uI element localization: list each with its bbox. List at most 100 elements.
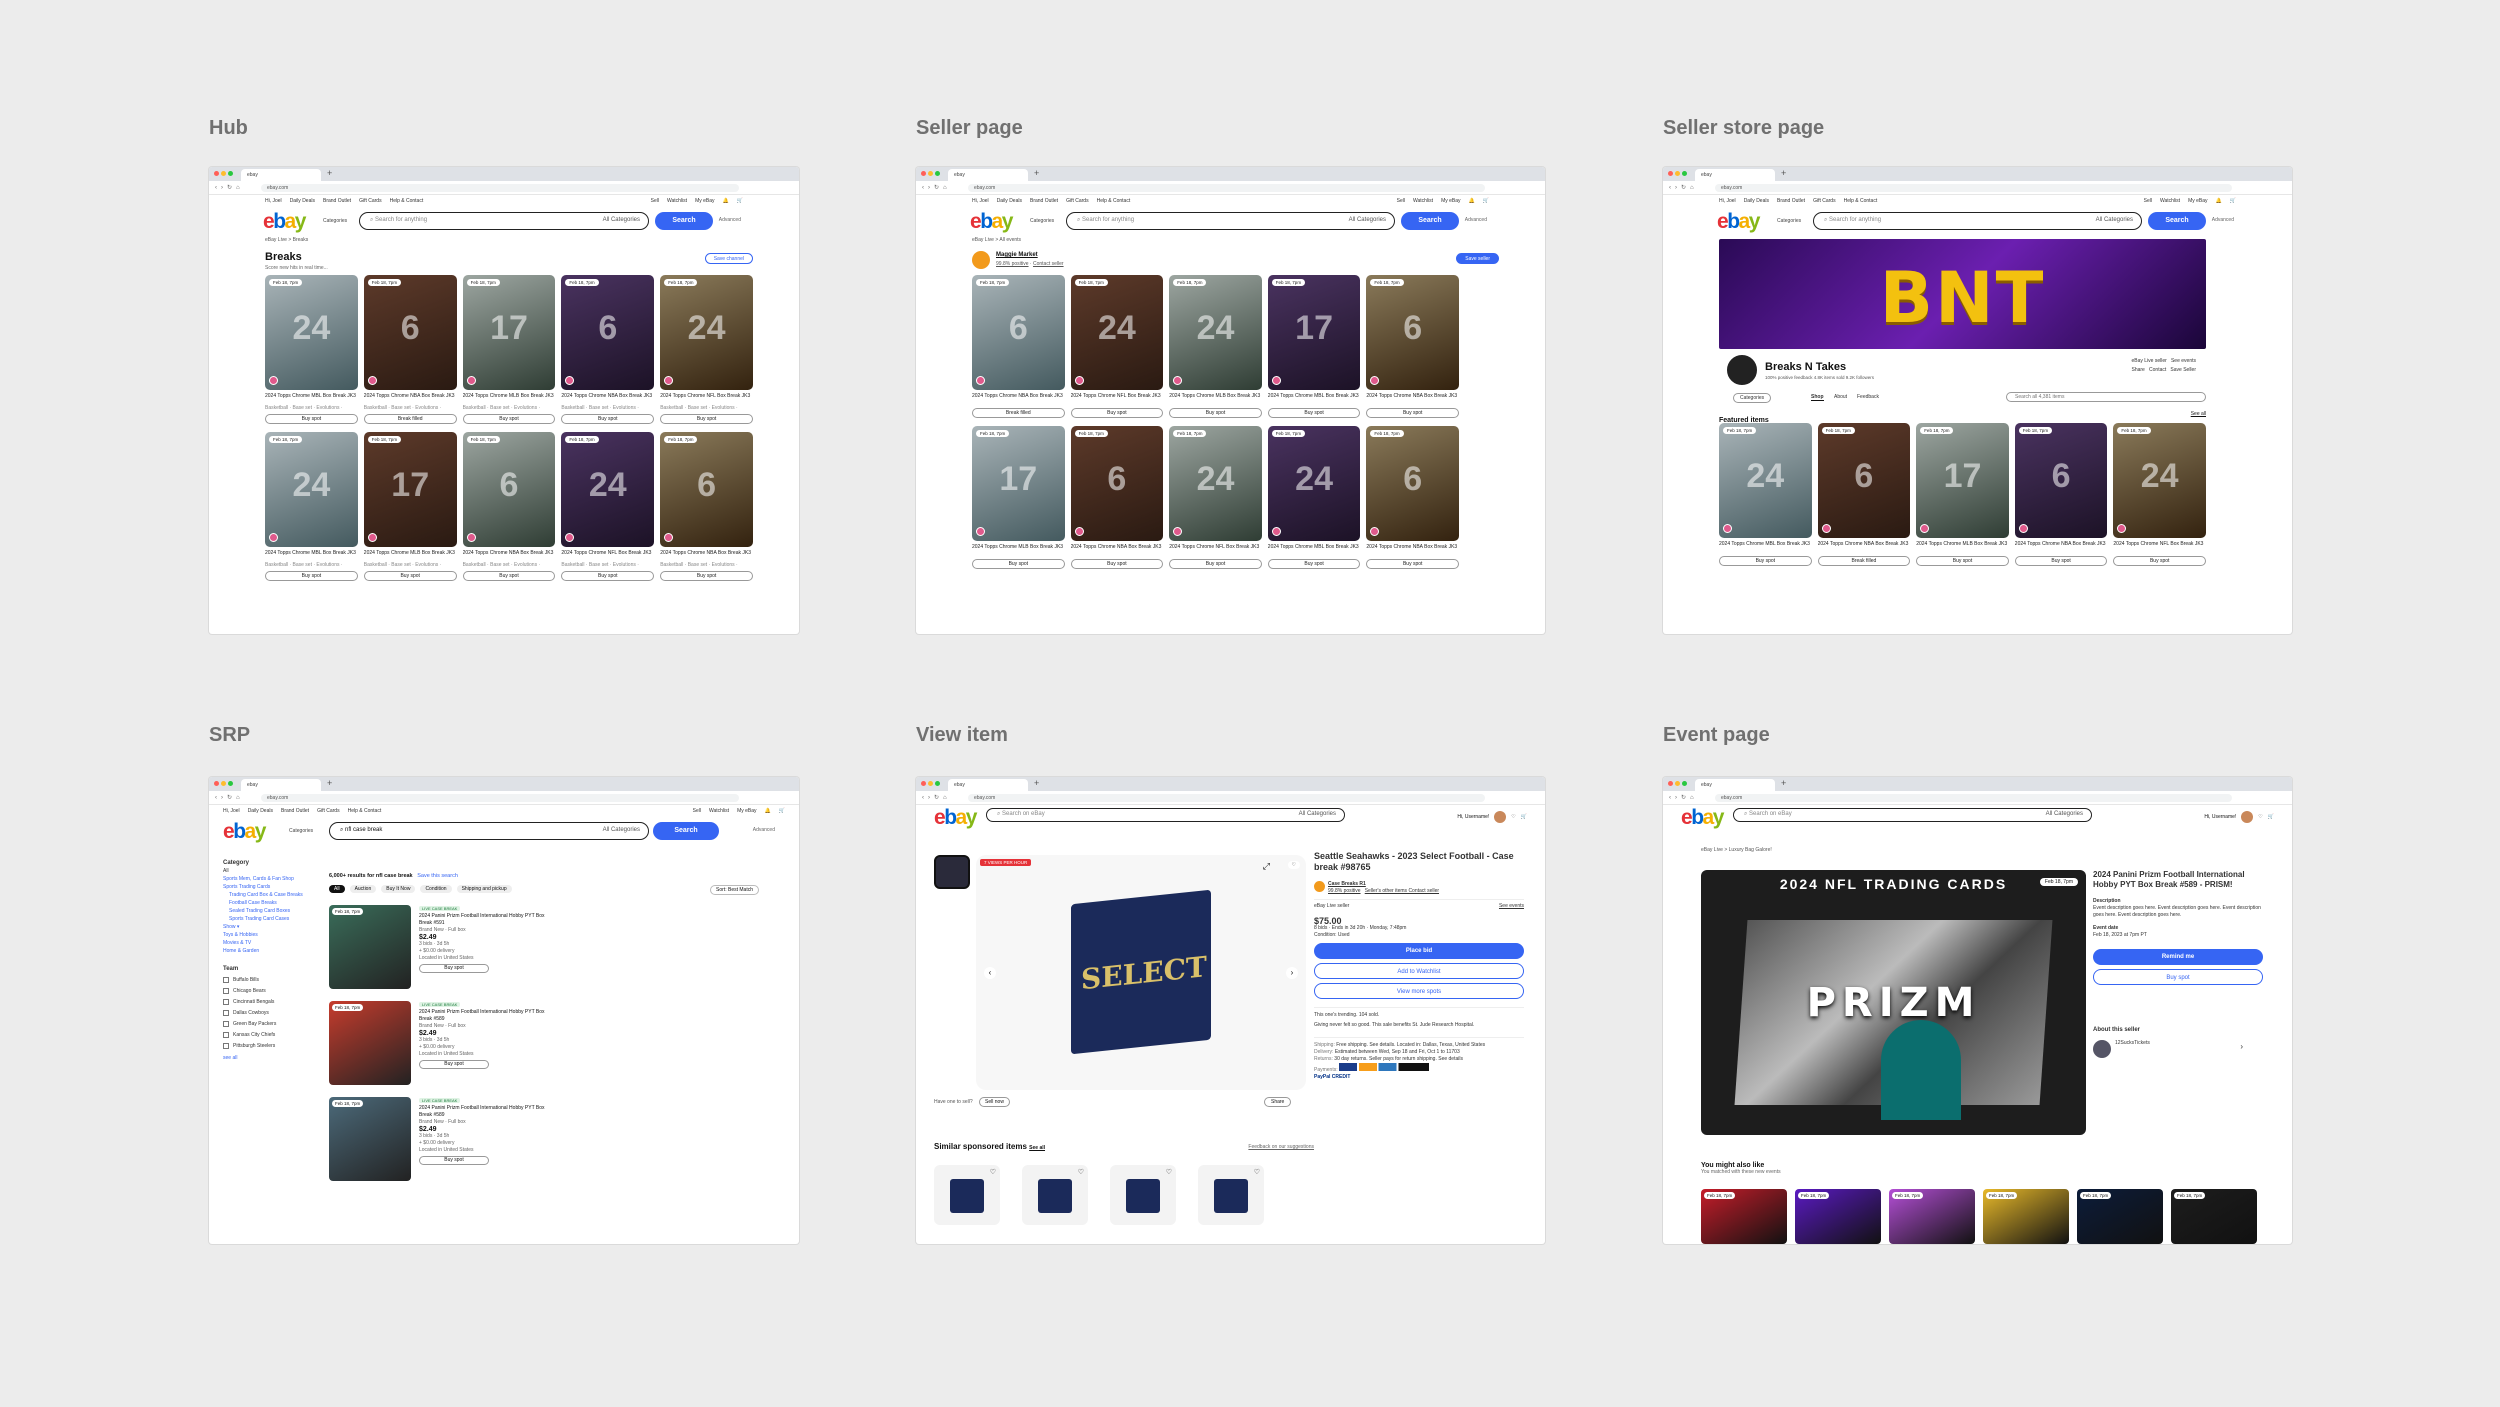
browser-tab[interactable]: ebay xyxy=(1695,169,1775,181)
recommended-event-card[interactable]: Feb 18, 7pm xyxy=(1701,1189,1787,1244)
new-tab-icon[interactable]: + xyxy=(1781,168,1786,178)
filter-chip[interactable]: All xyxy=(329,885,345,893)
card-action-button[interactable]: Buy spot xyxy=(2014,556,2108,566)
link-sell[interactable]: Sell xyxy=(2144,198,2152,204)
next-image-icon[interactable]: › xyxy=(1286,967,1298,979)
heart-icon[interactable]: ♡ xyxy=(1166,1168,1172,1176)
link-watchlist[interactable]: Watchlist xyxy=(1413,198,1433,204)
category-link[interactable]: Toys & Hobbies xyxy=(223,931,309,939)
card-action-button[interactable]: Buy spot xyxy=(1070,559,1164,569)
card-title[interactable]: 2024 Topps Chrome NFL Box Break JK3 xyxy=(2113,541,2206,553)
search-input[interactable]: ⌕ Search for anything All Categories xyxy=(1813,212,2142,230)
category-link[interactable]: All xyxy=(223,867,309,875)
heart-icon[interactable]: ♡ xyxy=(1254,1168,1260,1176)
checkbox-icon[interactable] xyxy=(223,1031,229,1038)
card-action-button[interactable]: Buy spot xyxy=(1267,408,1361,418)
nav-arrows-icon[interactable]: ‹›↻⌂ xyxy=(922,794,951,801)
event-card[interactable]: Feb 18, 7pm 6 2024 Topps Chrome NBA Box Br… xyxy=(462,432,556,581)
card-title[interactable]: 2024 Topps Chrome NBA Box Break JK3 xyxy=(660,550,753,562)
card-title[interactable]: 2024 Topps Chrome MBL Box Break JK3 xyxy=(1268,393,1361,405)
card-action-button[interactable]: Buy spot xyxy=(561,571,655,581)
recommended-event-card[interactable]: Feb 18, 7pm xyxy=(2077,1189,2163,1244)
card-title[interactable]: 2024 Topps Chrome MLB Box Break JK3 xyxy=(364,550,457,562)
similar-item-card[interactable]: ♡ xyxy=(934,1165,1000,1225)
event-card[interactable]: Feb 18, 7pm 24 2024 Topps Chrome NFL Box B… xyxy=(1070,275,1164,418)
tab-shop[interactable]: Shop xyxy=(1811,394,1824,401)
advanced-link[interactable]: Advanced xyxy=(753,827,775,833)
link-gift-cards[interactable]: Gift Cards xyxy=(359,198,382,204)
category-link[interactable]: Home & Garden xyxy=(223,947,309,955)
card-title[interactable]: 2024 Topps Chrome MLB Box Break JK3 xyxy=(1169,393,1262,405)
card-thumbnail[interactable]: Feb 18, 7pm 6 xyxy=(1070,426,1164,541)
breadcrumb[interactable]: eBay Live > All events xyxy=(916,235,1545,245)
see-all-link[interactable]: See all xyxy=(2191,411,2206,417)
save-seller-button[interactable]: Save Seller xyxy=(2170,367,2196,373)
link-brand-outlet[interactable]: Brand Outlet xyxy=(1030,198,1058,204)
categories-dropdown[interactable]: Categories xyxy=(323,218,347,224)
event-card[interactable]: Feb 18, 7pm 24 2024 Topps Chrome MBL Box B… xyxy=(265,275,358,424)
result-title[interactable]: 2024 Panini Prizm Football International… xyxy=(419,1105,549,1119)
card-action-button[interactable]: Buy spot xyxy=(1366,559,1459,569)
heart-icon[interactable]: ♡ xyxy=(2258,814,2262,820)
link-sell[interactable]: Sell xyxy=(1397,198,1405,204)
search-button[interactable]: Search xyxy=(655,212,713,230)
event-card[interactable]: Feb 18, 7pm 6 2024 Topps Chrome NBA Box Br… xyxy=(972,275,1065,418)
event-card[interactable]: Feb 18, 7pm 24 2024 Topps Chrome NFL Box B… xyxy=(2113,423,2206,566)
recommended-event-card[interactable]: Feb 18, 7pm xyxy=(1983,1189,2069,1244)
chevron-right-icon[interactable]: › xyxy=(2240,1043,2243,1051)
event-card[interactable]: Feb 18, 7pm 17 2024 Topps Chrome MLB Box B… xyxy=(363,432,457,581)
checkbox-icon[interactable] xyxy=(223,1020,229,1027)
card-thumbnail[interactable]: Feb 18, 7pm 24 xyxy=(1267,426,1361,541)
link-watchlist[interactable]: Watchlist xyxy=(2160,198,2180,204)
greeting[interactable]: Hi, Joel xyxy=(972,198,989,204)
share-button[interactable]: Share xyxy=(2132,367,2145,373)
event-card[interactable]: Feb 18, 7pm 17 2024 Topps Chrome MLB Box B… xyxy=(972,426,1065,569)
nav-arrows-icon[interactable]: ‹›↻⌂ xyxy=(922,184,951,191)
card-title[interactable]: 2024 Topps Chrome MLB Box Break JK3 xyxy=(1916,541,2009,553)
result-title[interactable]: 2024 Panini Prizm Football International… xyxy=(419,913,549,927)
card-thumbnail[interactable]: Feb 18, 7pm 17 xyxy=(363,432,457,547)
card-thumbnail[interactable]: Feb 18, 7pm 17 xyxy=(1916,423,2009,538)
checkbox-icon[interactable] xyxy=(223,998,229,1005)
category-link[interactable]: Show ▾ xyxy=(223,923,309,931)
result-thumbnail[interactable]: Feb 18, 7pm xyxy=(329,905,411,989)
card-action-button[interactable]: Buy spot xyxy=(462,571,556,581)
search-result[interactable]: Feb 18, 7pm LIVE CASE BREAK 2024 Panini Pr… xyxy=(329,1097,549,1187)
ebay-logo[interactable]: ebay xyxy=(1717,210,1760,234)
event-card[interactable]: Feb 18, 7pm 6 2024 Topps Chrome NBA Box Br… xyxy=(1070,426,1164,569)
card-action-button[interactable]: Break filled xyxy=(1817,556,1911,566)
link-help[interactable]: Help & Contact xyxy=(1844,198,1878,204)
search-button[interactable]: Search xyxy=(653,822,719,840)
view-more-spots-button[interactable]: View more spots xyxy=(1314,983,1524,999)
seller-links[interactable]: Seller's other items Contact seller xyxy=(1365,888,1439,894)
new-tab-icon[interactable]: + xyxy=(327,778,332,788)
card-title[interactable]: 2024 Topps Chrome NBA Box Break JK3 xyxy=(561,393,654,405)
similar-item-card[interactable]: ♡ xyxy=(1110,1165,1176,1225)
save-seller-button[interactable]: Save seller xyxy=(1456,253,1499,264)
search-input[interactable]: ⌕ Search for anything All Categories xyxy=(359,212,649,230)
card-title[interactable]: 2024 Topps Chrome NBA Box Break JK3 xyxy=(1071,544,1164,556)
all-categories-select[interactable]: All Categories xyxy=(2046,811,2083,817)
greeting[interactable]: Hi, Joel xyxy=(265,198,282,204)
buy-spot-button[interactable]: Buy spot xyxy=(2093,969,2263,985)
url-field[interactable]: ebay.com xyxy=(261,184,739,192)
cart-icon[interactable]: 🛒 xyxy=(779,808,785,814)
event-card[interactable]: Feb 18, 7pm 24 2024 Topps Chrome NFL Box B… xyxy=(561,432,655,581)
team-checkbox[interactable]: Pittsburgh Steelers xyxy=(223,1042,309,1050)
card-title[interactable]: 2024 Topps Chrome NFL Box Break JK3 xyxy=(1071,393,1164,405)
tab-about[interactable]: About xyxy=(1834,394,1847,400)
card-title[interactable]: 2024 Topps Chrome MLB Box Break JK3 xyxy=(463,393,556,405)
recommended-event-card[interactable]: Feb 18, 7pm xyxy=(2171,1189,2257,1244)
ebay-logo[interactable]: ebay xyxy=(934,806,977,830)
advanced-link[interactable]: Advanced xyxy=(1465,217,1487,223)
link-watchlist[interactable]: Watchlist xyxy=(709,808,729,814)
link-sell[interactable]: Sell xyxy=(651,198,659,204)
card-action-button[interactable]: Buy spot xyxy=(1267,559,1361,569)
event-card[interactable]: Feb 18, 7pm 6 2024 Topps Chrome NBA Box Br… xyxy=(1817,423,1911,566)
tab-categories[interactable]: Categories xyxy=(1733,393,1772,403)
team-checkbox[interactable]: Dallas Cowboys xyxy=(223,1009,309,1017)
card-thumbnail[interactable]: Feb 18, 7pm 6 xyxy=(972,275,1065,390)
card-thumbnail[interactable]: Feb 18, 7pm 24 xyxy=(265,432,358,547)
link-daily-deals[interactable]: Daily Deals xyxy=(1744,198,1769,204)
heart-icon[interactable]: ♡ xyxy=(1511,814,1515,820)
